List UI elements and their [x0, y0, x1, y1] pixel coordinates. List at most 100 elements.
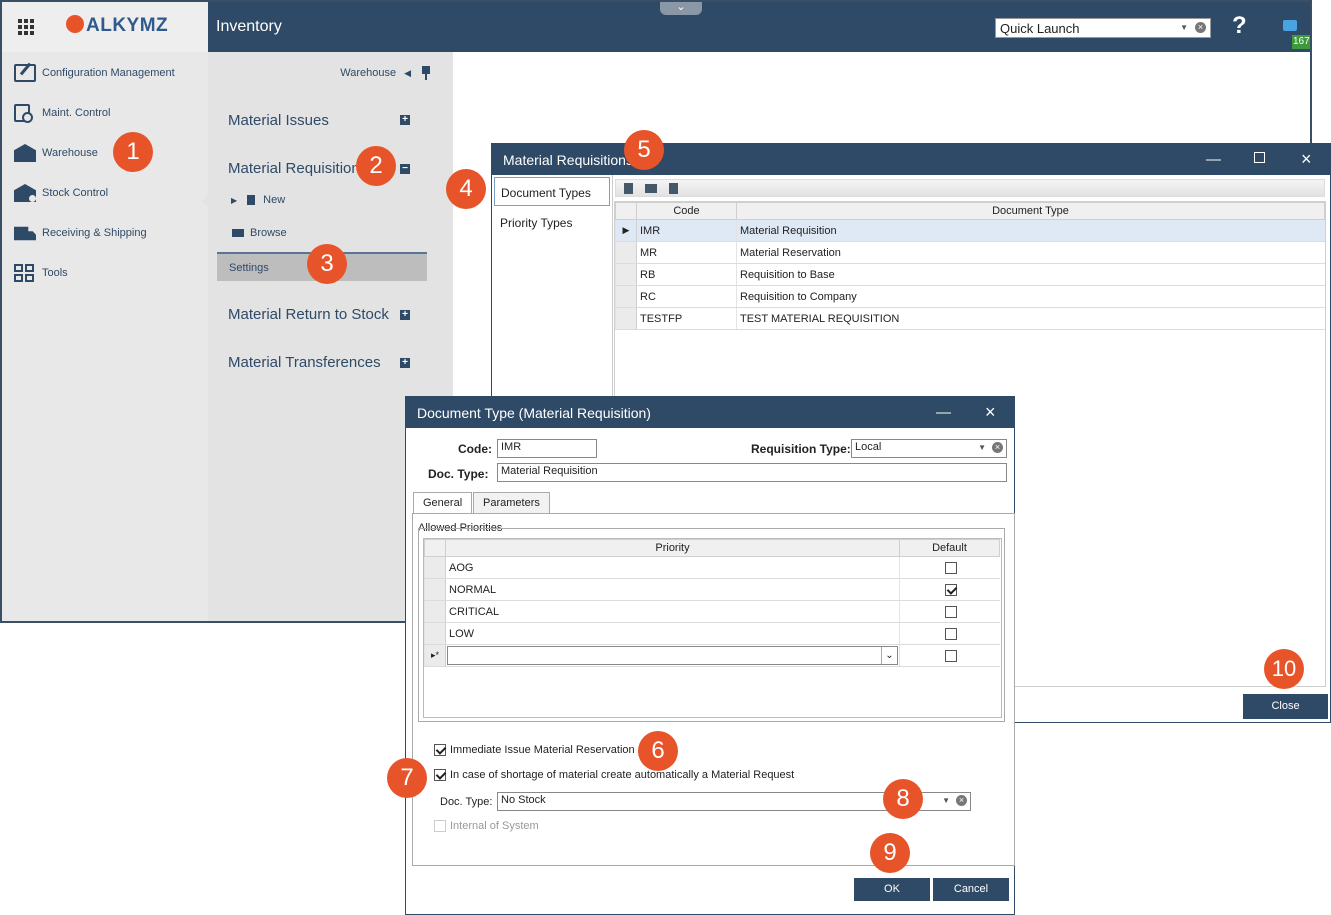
priority-select[interactable]: ⌄ — [447, 646, 898, 665]
doc-type-label: Doc. Type: — [428, 467, 489, 481]
top-bar: ALKYMZ Inventory ⌄ Quick Launch ▼ × ? 16… — [2, 2, 1310, 52]
mr-title-bar: Material Requisitions — × — [492, 144, 1330, 175]
mr-toolbar — [615, 179, 1325, 197]
clear-icon[interactable]: × — [1195, 22, 1206, 33]
default-checkbox[interactable] — [945, 627, 958, 640]
default-checkbox[interactable] — [945, 583, 958, 596]
table-row[interactable]: RC Requisition to Company — [615, 285, 1325, 308]
section-material-issues[interactable]: Material Issues — [228, 112, 329, 129]
table-row[interactable]: ▶ IMR Material Requisition — [615, 219, 1325, 242]
sidebar-item-receiving-shipping[interactable]: Receiving & Shipping — [14, 221, 147, 245]
quick-launch-text: Quick Launch — [1000, 21, 1080, 36]
clipboard-search-icon — [14, 104, 33, 123]
immediate-issue-checkbox[interactable] — [434, 744, 446, 756]
maximize-icon[interactable] — [1254, 152, 1265, 163]
subnav-item-browse[interactable]: Browse — [232, 227, 287, 239]
code-field[interactable]: IMR — [497, 439, 597, 458]
clear-icon[interactable]: × — [956, 795, 967, 806]
cancel-button[interactable]: Cancel — [933, 878, 1009, 901]
close-icon[interactable]: × — [1301, 149, 1312, 170]
callout-2: 2 — [356, 146, 396, 186]
open-folder-icon[interactable] — [645, 184, 657, 193]
dt-title-bar: Document Type (Material Requisition) — × — [406, 397, 1014, 428]
table-row[interactable]: MR Material Reservation — [615, 241, 1325, 264]
new-record-icon[interactable] — [624, 183, 633, 194]
immediate-issue-checkbox-row[interactable]: Immediate Issue Material Reservation — [434, 744, 635, 756]
section-material-requisitions[interactable]: Material Requisitions — [228, 160, 367, 177]
chevron-down-icon[interactable]: ⌄ — [660, 2, 702, 15]
table-row[interactable]: AOG — [424, 556, 1000, 579]
truck-icon — [14, 226, 36, 241]
shortage-checkbox[interactable] — [434, 769, 446, 781]
requisition-type-select[interactable]: Local ▼ × — [851, 439, 1007, 458]
collapse-minus-icon[interactable]: − — [400, 164, 410, 174]
callout-10: 10 — [1264, 649, 1304, 689]
section-material-return-to-stock[interactable]: Material Return to Stock — [228, 306, 389, 323]
notification-badge: 167 — [1292, 35, 1310, 49]
close-icon[interactable]: × — [985, 402, 996, 423]
shortage-checkbox-row[interactable]: In case of shortage of material create a… — [434, 769, 794, 781]
col-priority[interactable]: Priority — [445, 539, 900, 557]
default-checkbox[interactable] — [945, 561, 958, 574]
document-types-table: Code Document Type ▶ IMR Material Requis… — [615, 202, 1325, 330]
sidebar-item-maint-control[interactable]: Maint. Control — [14, 101, 110, 125]
col-default[interactable]: Default — [899, 539, 1000, 557]
caret-right-icon: ▶ — [231, 195, 238, 205]
warehouse-icon — [14, 144, 36, 162]
sidebar-item-stock-control[interactable]: Stock Control — [14, 181, 108, 205]
tab-general[interactable]: General — [413, 492, 473, 514]
default-checkbox[interactable] — [945, 649, 958, 662]
sidebar-item-configuration-management[interactable]: Configuration Management — [14, 61, 175, 85]
minimize-icon[interactable]: — — [936, 404, 951, 421]
callout-9: 9 — [870, 833, 910, 873]
subnav-header: Warehouse ◀ — [340, 66, 431, 80]
col-code[interactable]: Code — [636, 202, 737, 220]
new-row[interactable]: ▸* ⌄ — [424, 644, 1000, 667]
sidebar-item-tools[interactable]: Tools — [14, 261, 68, 285]
chat-icon[interactable] — [1283, 20, 1297, 31]
section-material-transferences[interactable]: Material Transferences — [228, 354, 381, 371]
dropdown-arrow-icon[interactable]: ▼ — [1180, 23, 1188, 32]
pin-icon[interactable] — [421, 66, 431, 80]
general-tab-panel: Allowed Priorities Priority Default AOG — [412, 513, 1015, 866]
table-row[interactable]: NORMAL — [424, 578, 1000, 601]
dropdown-arrow-icon[interactable]: ▼ — [942, 796, 950, 805]
minimize-icon[interactable]: — — [1206, 151, 1221, 168]
default-checkbox[interactable] — [945, 605, 958, 618]
expand-plus-icon[interactable]: + — [400, 310, 410, 320]
table-row[interactable]: LOW — [424, 622, 1000, 645]
collapse-left-icon[interactable]: ◀ — [404, 68, 411, 79]
logo-area: ALKYMZ — [2, 2, 208, 52]
callout-4: 4 — [446, 169, 486, 209]
delete-icon[interactable] — [669, 183, 678, 194]
document-type-dialog: Document Type (Material Requisition) — ×… — [405, 396, 1015, 915]
ok-button[interactable]: OK — [854, 878, 930, 901]
row-selector-icon: ▶ — [615, 219, 637, 242]
subnav-item-new[interactable]: ▶ New — [231, 194, 285, 206]
clear-icon[interactable]: × — [992, 442, 1003, 453]
help-icon[interactable]: ? — [1232, 12, 1247, 40]
dropdown-arrow-icon[interactable]: ▼ — [978, 443, 986, 452]
table-row[interactable]: TESTFP TEST MATERIAL REQUISITION — [615, 307, 1325, 330]
quick-launch-combobox[interactable]: Quick Launch ▼ × — [995, 18, 1211, 38]
doc-type-field[interactable]: Material Requisition — [497, 463, 1007, 482]
table-row[interactable]: RB Requisition to Base — [615, 263, 1325, 286]
table-row[interactable]: CRITICAL — [424, 600, 1000, 623]
stock-search-icon — [14, 184, 36, 202]
close-button[interactable]: Close — [1243, 694, 1328, 719]
sidebar-item-warehouse[interactable]: Warehouse — [14, 141, 98, 165]
expand-plus-icon[interactable]: + — [400, 115, 410, 125]
tab-priority-types[interactable]: Priority Types — [494, 208, 610, 237]
callout-1: 1 — [113, 132, 153, 172]
internal-system-checkbox — [434, 820, 446, 832]
edit-icon — [14, 64, 36, 82]
col-document-type[interactable]: Document Type — [736, 202, 1325, 220]
callout-3: 3 — [307, 244, 347, 284]
folder-icon — [232, 229, 244, 237]
expand-plus-icon[interactable]: + — [400, 358, 410, 368]
module-title: Inventory — [216, 18, 282, 35]
apps-grid-icon[interactable] — [18, 19, 34, 35]
tab-parameters[interactable]: Parameters — [473, 492, 550, 513]
dropdown-arrow-icon[interactable]: ⌄ — [881, 647, 897, 664]
tab-document-types[interactable]: Document Types — [494, 177, 610, 206]
